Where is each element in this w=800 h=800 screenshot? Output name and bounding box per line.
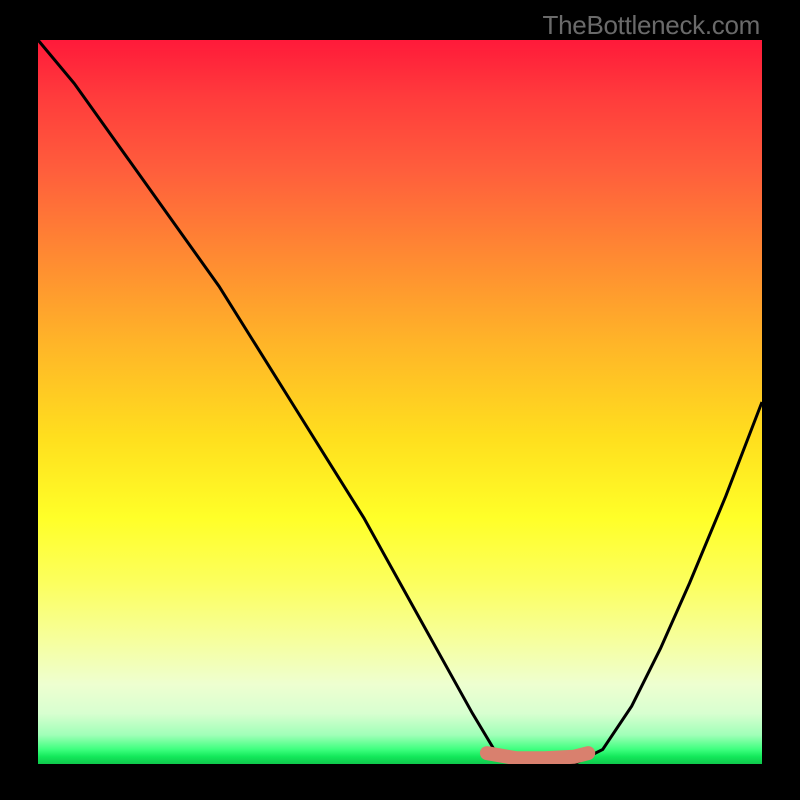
plot-area (38, 40, 762, 764)
curve-layer (38, 40, 762, 764)
bottleneck-curve (38, 40, 762, 764)
attribution-label: TheBottleneck.com (543, 10, 760, 41)
chart-frame: TheBottleneck.com (0, 0, 800, 800)
optimal-band-marker (487, 753, 588, 758)
